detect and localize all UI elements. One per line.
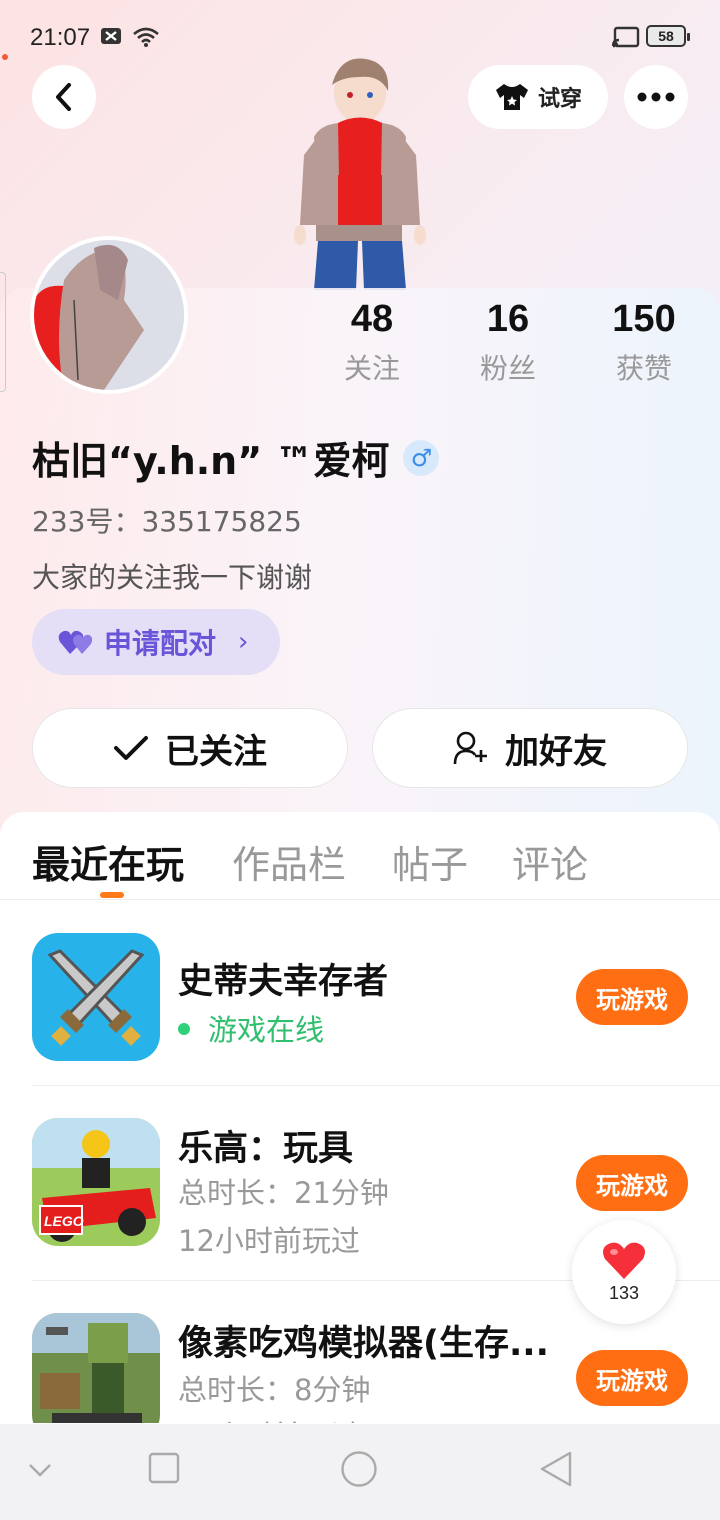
online-status-label: 游戏在线: [208, 1013, 325, 1047]
profile-screen: 21:07 58 试穿 48 关注 16 粉丝 150 获赞 枯旧“y.h.n”…: [0, 0, 720, 1520]
male-icon: ♂: [403, 439, 440, 476]
recent-apps-icon[interactable]: [148, 1452, 180, 1484]
hearts-icon: [58, 630, 92, 654]
svg-text:LEGO: LEGO: [44, 1213, 84, 1229]
play-game-button[interactable]: 玩游戏: [576, 1155, 688, 1211]
game-title: 像素吃鸡模拟器(生存...: [178, 1324, 549, 1364]
request-pair-label: 申请配对: [104, 627, 217, 660]
tab-works[interactable]: 作品栏: [232, 834, 346, 889]
stat-likes-value: 150: [612, 298, 676, 340]
stat-fans-label: 粉丝: [479, 352, 536, 385]
side-handle: [0, 272, 6, 392]
game-icon-pixel-battle: [32, 1313, 160, 1423]
active-tab-indicator: [100, 892, 124, 898]
followed-button[interactable]: 已关注: [32, 708, 348, 788]
notification-blocked-icon: [101, 28, 121, 44]
tab-comments[interactable]: 评论: [512, 834, 588, 889]
check-icon: [114, 736, 148, 760]
avatar-image: [34, 240, 184, 390]
back-nav-icon[interactable]: [538, 1450, 574, 1488]
try-on-button[interactable]: 试穿: [468, 65, 608, 129]
collapse-icon[interactable]: [28, 1462, 52, 1478]
username-row: 枯旧“y.h.n” ™爱柯 ♂: [32, 430, 440, 485]
wifi-icon: [133, 27, 159, 47]
home-icon[interactable]: [340, 1450, 378, 1488]
add-friend-icon: [453, 731, 487, 765]
user-id: 233号：335175825: [32, 505, 302, 538]
game-title: 史蒂夫幸存者: [178, 962, 389, 1002]
status-time: 21:07: [30, 24, 91, 51]
divider: [32, 1085, 720, 1086]
add-friend-button[interactable]: 加好友: [372, 708, 688, 788]
list-item[interactable]: 史蒂夫幸存者 游戏在线 玩游戏: [32, 933, 688, 1063]
game-last-played: 12小时前玩过: [178, 1224, 360, 1258]
like-button[interactable]: 133: [572, 1220, 676, 1324]
chevron-right-icon: ›: [238, 627, 249, 657]
game-duration: 总时长：8分钟: [178, 1373, 371, 1407]
more-dots-icon: [637, 92, 675, 102]
game-icon-lego: LEGO: [32, 1118, 160, 1246]
game-title: 乐高：玩具: [178, 1129, 354, 1169]
stat-fans-value: 16: [486, 298, 530, 340]
bio: 大家的关注我一下谢谢: [32, 561, 313, 594]
list-item[interactable]: 像素吃鸡模拟器(生存... 总时长：8分钟 12小时前玩过 玩游戏: [32, 1313, 688, 1423]
heart-icon: [603, 1242, 645, 1279]
more-options-button[interactable]: [624, 65, 688, 129]
username: 枯旧“y.h.n” ™爱柯: [32, 439, 390, 483]
notification-dot: [2, 54, 8, 60]
stat-likes-label: 获赞: [615, 352, 672, 385]
tab-bar: 最近在玩 作品栏 帖子 评论: [0, 812, 720, 900]
battery-indicator: 58: [646, 25, 690, 47]
add-friend-label: 加好友: [505, 731, 607, 772]
stat-likes[interactable]: 150 获赞: [584, 298, 704, 387]
tab-posts[interactable]: 帖子: [392, 834, 468, 889]
play-game-button[interactable]: 玩游戏: [576, 1350, 688, 1406]
back-button[interactable]: [32, 65, 96, 129]
game-duration: 总时长：21分钟: [178, 1176, 389, 1210]
stat-fans[interactable]: 16 粉丝: [448, 298, 568, 387]
followed-label: 已关注: [165, 731, 267, 772]
like-count: 133: [608, 1282, 640, 1303]
request-pair-button[interactable]: 申请配对 ›: [32, 609, 280, 675]
game-icon-steve-survivor: [32, 933, 160, 1061]
stat-following-value: 48: [350, 298, 394, 340]
avatar[interactable]: [30, 236, 188, 394]
online-dot-icon: [178, 1023, 190, 1035]
stat-following-label: 关注: [343, 352, 400, 385]
stat-following[interactable]: 48 关注: [312, 298, 432, 387]
avatar-3d-character: [294, 58, 426, 290]
game-online-status: 游戏在线: [178, 1007, 324, 1049]
cast-icon: [612, 26, 640, 48]
game-last-played: 12小时前玩过: [178, 1413, 360, 1423]
system-nav-bar: [0, 1424, 720, 1520]
tshirt-icon: [495, 84, 528, 110]
try-on-label: 试穿: [537, 87, 582, 112]
play-game-button[interactable]: 玩游戏: [576, 969, 688, 1025]
chevron-left-icon: [56, 83, 71, 111]
tab-recently-played[interactable]: 最近在玩: [32, 834, 184, 889]
